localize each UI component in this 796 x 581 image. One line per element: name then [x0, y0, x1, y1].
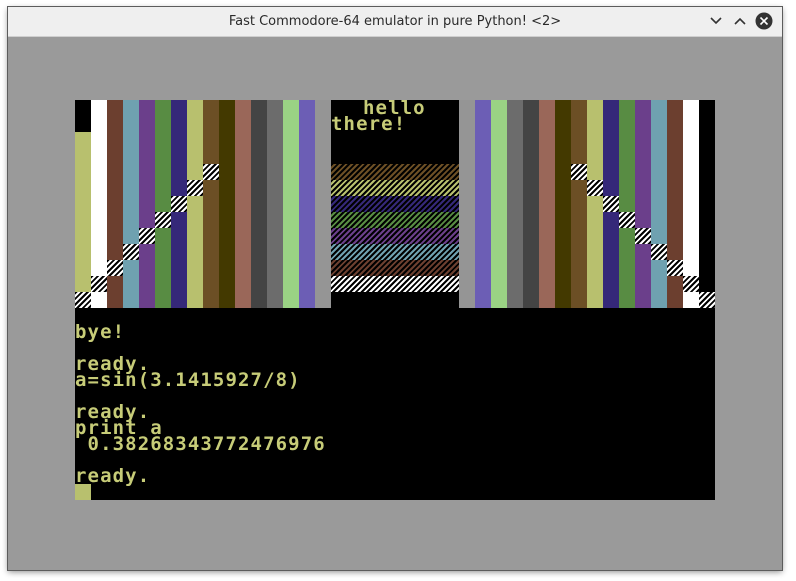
stripe-band-yellow — [331, 180, 459, 196]
output-line: a=sin(3.1415927/8) — [75, 369, 301, 391]
checker-block — [203, 164, 219, 180]
checker-block — [587, 180, 603, 196]
color-bar-lightblue — [475, 100, 491, 308]
color-bar-brown — [667, 100, 683, 308]
checker-block — [91, 276, 107, 292]
checker-block — [187, 180, 203, 196]
color-bar-green — [155, 100, 171, 308]
checker-block — [667, 260, 683, 276]
output-line: ready. — [75, 465, 151, 487]
checker-block — [571, 164, 587, 180]
banner-panel: hello there! — [331, 100, 459, 308]
color-bar-lightgreen — [283, 100, 299, 308]
color-bar-cyan — [123, 100, 139, 308]
color-bar-yellow — [587, 100, 603, 308]
checker-block — [635, 228, 651, 244]
emulator-viewport: hello there! bye! ready. a=sin(3.1415927/8… — [8, 37, 782, 570]
color-bar-lightgrey — [315, 100, 331, 308]
color-bars-left — [75, 100, 331, 308]
emulator-window: Fast Commodore-64 emulator in pure Pytho… — [8, 7, 782, 570]
stripe-band-green — [331, 212, 459, 228]
checker-block — [619, 212, 635, 228]
stripe-band-cyan — [331, 244, 459, 260]
checker-block — [75, 292, 91, 308]
color-bar-orange — [203, 100, 219, 308]
color-bar-lightgrey — [459, 100, 475, 308]
color-bar-yellow-fill — [75, 132, 91, 308]
color-bar-darkgrey — [251, 100, 267, 308]
checker-block — [699, 292, 715, 308]
c64-screen[interactable]: hello there! bye! ready. a=sin(3.1415927/8… — [75, 100, 715, 500]
chevron-down-icon — [710, 17, 722, 25]
color-bar-grey — [267, 100, 283, 308]
checker-block — [171, 196, 187, 212]
stripe-band-blue — [331, 196, 459, 212]
close-button[interactable] — [755, 12, 773, 30]
window-title: Fast Commodore-64 emulator in pure Pytho… — [228, 14, 562, 29]
color-bar-black — [699, 100, 715, 308]
color-bar-darkbrown — [555, 100, 571, 308]
color-bar-green — [619, 100, 635, 308]
output-line: 0.38268343772476976 — [75, 433, 326, 455]
close-icon — [755, 12, 773, 30]
checker-block — [155, 212, 171, 228]
maximize-button[interactable] — [731, 12, 749, 30]
color-bar-lightgreen — [491, 100, 507, 308]
color-bar-darkgrey — [523, 100, 539, 308]
stripe-band-orange — [331, 164, 459, 180]
stripe-band-purple — [331, 228, 459, 244]
color-bar-yellow — [187, 100, 203, 308]
color-bar-purple — [635, 100, 651, 308]
color-bar-lightblue — [299, 100, 315, 308]
color-bar-brown — [107, 100, 123, 308]
color-bar-orange — [571, 100, 587, 308]
banner-there: there! — [331, 113, 407, 135]
color-bar-pink — [539, 100, 555, 308]
checker-block — [603, 196, 619, 212]
stripe-band-white — [331, 276, 459, 292]
stripe-band-brown — [331, 260, 459, 276]
output-line: bye! — [75, 321, 126, 343]
color-bar-purple — [139, 100, 155, 308]
text-cursor — [75, 484, 91, 500]
checker-block — [107, 260, 123, 276]
color-bar-darkbrown — [219, 100, 235, 308]
minimize-button[interactable] — [707, 12, 725, 30]
title-bar[interactable]: Fast Commodore-64 emulator in pure Pytho… — [8, 7, 782, 37]
color-bar-cyan — [651, 100, 667, 308]
checker-block — [683, 276, 699, 292]
color-bar-pink — [235, 100, 251, 308]
color-bars-right — [459, 100, 715, 308]
checker-block — [139, 228, 155, 244]
checker-block — [123, 244, 139, 260]
color-bar-grey — [507, 100, 523, 308]
checker-block — [651, 244, 667, 260]
chevron-up-icon — [734, 17, 746, 25]
